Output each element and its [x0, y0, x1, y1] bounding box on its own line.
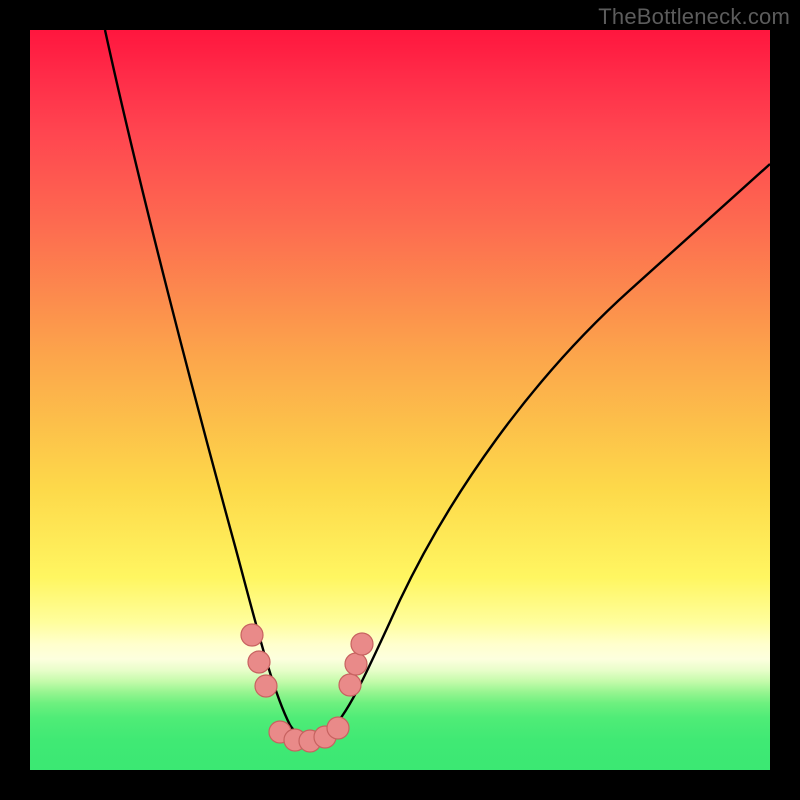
plot-area [30, 30, 770, 770]
marker-point [351, 633, 373, 655]
chart-frame: TheBottleneck.com [0, 0, 800, 800]
marker-point [345, 653, 367, 675]
watermark-text: TheBottleneck.com [598, 4, 790, 30]
marker-point [339, 674, 361, 696]
marker-point [248, 651, 270, 673]
curve-layer [30, 30, 770, 770]
marker-point [241, 624, 263, 646]
marker-point [327, 717, 349, 739]
bottleneck-curve [105, 30, 770, 737]
marker-point [255, 675, 277, 697]
